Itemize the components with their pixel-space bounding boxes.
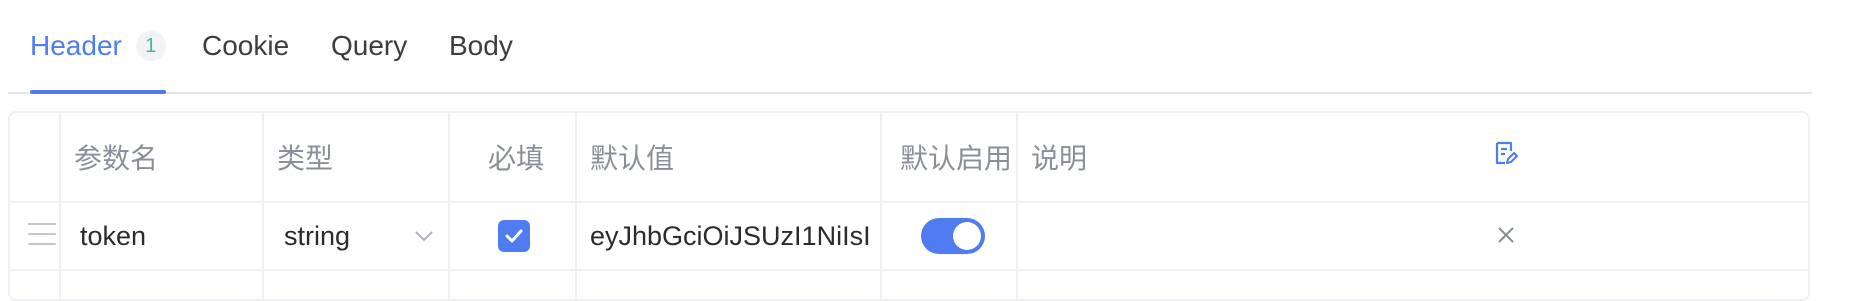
param-name-field[interactable]: token xyxy=(80,203,146,269)
column-header-description: 说明 xyxy=(1031,143,1088,174)
drag-handle-icon[interactable] xyxy=(28,223,56,245)
description-field[interactable] xyxy=(1031,203,1471,269)
tab-header-label: Header xyxy=(30,30,122,61)
column-header-required: 必填 xyxy=(488,143,545,174)
column-header-name: 参数名 xyxy=(74,143,159,174)
param-type-value: string xyxy=(284,220,351,251)
tab-query-label: Query xyxy=(331,30,408,61)
tab-body-label: Body xyxy=(449,30,513,61)
default-value-field[interactable]: eyJhbGciOiJSUzI1NiIsInR xyxy=(590,203,872,269)
tab-header-count-badge: 1 xyxy=(135,31,166,61)
column-header-default-value: 默认值 xyxy=(590,143,675,174)
chevron-down-icon xyxy=(414,230,434,242)
tab-body[interactable]: Body xyxy=(449,0,513,92)
params-table: 参数名 类型 必填 默认值 默认启用 说明 token string eyJhb… xyxy=(8,111,1810,301)
param-type-select[interactable]: string xyxy=(284,203,434,269)
tab-bar: Header 1 Cookie Query Body xyxy=(8,0,1812,94)
default-enabled-toggle[interactable] xyxy=(921,203,985,269)
check-icon xyxy=(498,220,530,252)
bulk-edit-icon[interactable] xyxy=(1492,139,1520,167)
active-tab-indicator xyxy=(30,90,166,94)
required-checkbox[interactable] xyxy=(498,203,530,269)
close-icon[interactable] xyxy=(1494,223,1518,247)
tab-cookie[interactable]: Cookie xyxy=(202,0,289,92)
tab-cookie-label: Cookie xyxy=(202,30,290,61)
tab-query[interactable]: Query xyxy=(331,0,407,92)
column-header-default-enabled: 默认启用 xyxy=(900,143,1013,174)
tab-header[interactable]: Header 1 xyxy=(30,0,166,94)
column-header-type: 类型 xyxy=(277,143,334,174)
